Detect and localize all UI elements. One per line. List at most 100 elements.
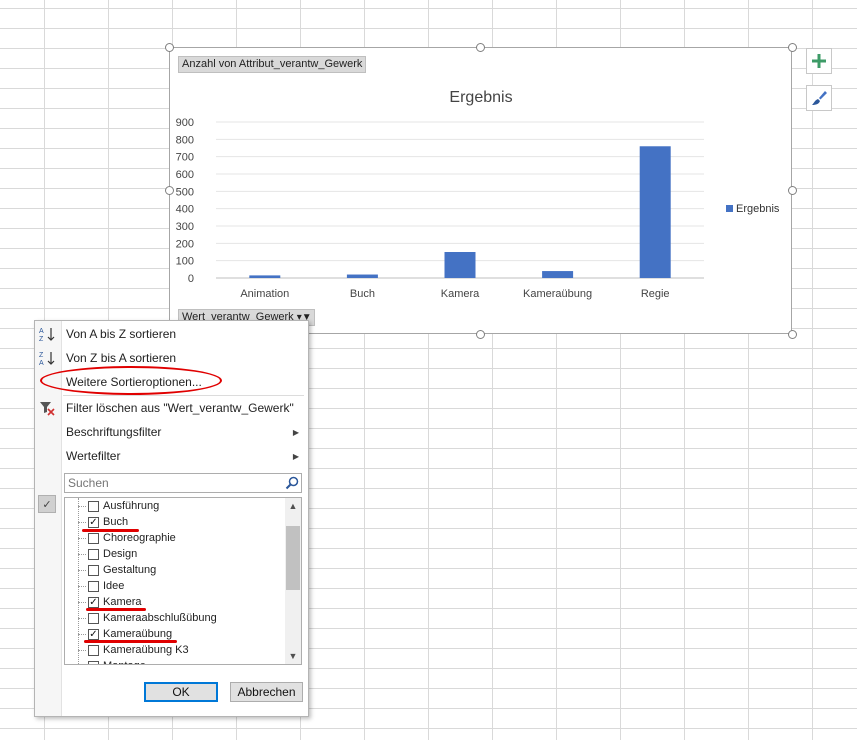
search-icon[interactable] (285, 476, 299, 490)
menu-item-label: Filter löschen aus "Wert_verantw_Gewerk" (66, 401, 294, 415)
chart-plot: Ergebnis 0 100 200 300 400 500 600 700 800 900 An… (176, 89, 780, 300)
resize-handle-bottom[interactable] (476, 330, 485, 339)
filter-list-item[interactable]: Kameraübung K3 (78, 642, 278, 658)
checked-checkbox[interactable]: ✓ (88, 628, 99, 640)
tree-connector (78, 553, 86, 555)
annotation-underline-buch (82, 529, 139, 532)
unchecked-checkbox[interactable] (88, 548, 99, 560)
y-tick-label: 700 (176, 152, 194, 164)
annotation-underline-kamera (86, 608, 146, 611)
filter-list-item-label: Idee (103, 580, 125, 592)
y-tick-label: 0 (188, 273, 194, 285)
filter-list-item-label: Kamera (103, 596, 142, 608)
filter-list-item-label: Design (103, 548, 138, 560)
bar[interactable] (542, 271, 574, 278)
select-all-toggle[interactable]: ✓ (38, 495, 56, 513)
resize-handle-top-right[interactable] (788, 43, 797, 52)
unchecked-checkbox[interactable] (88, 532, 99, 544)
filter-list-item[interactable]: Choreographie (78, 530, 278, 546)
scroll-down-icon[interactable]: ▼ (285, 648, 301, 664)
tree-connector (78, 569, 86, 571)
search-field[interactable] (64, 473, 302, 493)
tree-connector (78, 649, 86, 651)
chart-styles-button[interactable] (806, 85, 832, 111)
resize-handle-top-left[interactable] (165, 43, 174, 52)
bar[interactable] (639, 146, 671, 278)
filter-list-item-label: Buch (103, 516, 129, 528)
tree-connector (78, 617, 86, 619)
tree-connector (78, 601, 86, 603)
annotation-ellipse-more-sort (40, 366, 222, 395)
filter-list-item-label: Kameraübung (103, 628, 173, 640)
legend-label: Ergebnis (736, 203, 780, 215)
filter-list-item[interactable]: Gestaltung (78, 562, 278, 578)
y-tick-label: 200 (176, 238, 194, 250)
menu-item-label: Wertefilter (66, 449, 121, 463)
menu-item-label: Von A bis Z sortieren (66, 327, 177, 341)
unchecked-checkbox[interactable] (88, 564, 99, 576)
tree-connector (78, 585, 86, 587)
paintbrush-icon (812, 91, 827, 105)
legend-swatch (726, 205, 733, 212)
chart-title: Ergebnis (449, 89, 512, 106)
svg-text:Z: Z (39, 336, 44, 342)
y-tick-label: 400 (176, 204, 194, 216)
menu-item-sort-az[interactable]: A Z Von A bis Z sortieren (35, 323, 308, 345)
tree-connector (78, 505, 86, 507)
scroll-up-icon[interactable]: ▲ (285, 498, 301, 514)
unchecked-checkbox[interactable] (88, 612, 99, 624)
unchecked-checkbox[interactable] (88, 500, 99, 512)
y-tick-label: 900 (176, 117, 194, 129)
submenu-arrow-icon: ▶ (292, 427, 299, 437)
list-scrollbar[interactable]: ▲ ▼ (285, 498, 301, 664)
submenu-arrow-icon: ▶ (292, 451, 299, 461)
menu-item-label-filter[interactable]: Beschriftungsfilter ▶ (35, 421, 308, 443)
filter-list-item-label: Choreographie (103, 532, 176, 544)
menu-item-sort-za[interactable]: Z A Von Z bis A sortieren (35, 347, 308, 369)
checked-checkbox[interactable]: ✓ (88, 516, 99, 528)
filter-list-item[interactable]: Idee (78, 578, 278, 594)
resize-handle-top[interactable] (476, 43, 485, 52)
filter-list-item-label: Montage (103, 660, 146, 664)
y-tick-label: 500 (176, 186, 194, 198)
menu-item-label: Von Z bis A sortieren (66, 351, 177, 365)
filter-list-item[interactable]: Design (78, 546, 278, 562)
search-input[interactable] (65, 474, 278, 492)
bar[interactable] (444, 252, 476, 278)
filter-list-item[interactable]: Ausführung (78, 498, 278, 514)
resize-handle-left[interactable] (165, 186, 174, 195)
filter-list-item-label: Ausführung (103, 500, 160, 512)
unchecked-checkbox[interactable] (88, 644, 99, 656)
ok-button[interactable]: OK (144, 682, 218, 702)
resize-handle-right[interactable] (788, 186, 797, 195)
x-tick-label: Kamera (441, 288, 480, 300)
bar[interactable] (346, 274, 378, 278)
y-tick-label: 600 (176, 169, 194, 181)
menu-separator (63, 395, 304, 396)
y-tick-label: 300 (176, 221, 194, 233)
checked-checkbox[interactable]: ✓ (88, 596, 99, 608)
svg-text:A: A (39, 328, 44, 335)
svg-text:A: A (39, 360, 44, 366)
filter-list-item[interactable]: ✓ Buch (78, 514, 278, 530)
y-tick-label: 100 (176, 256, 194, 268)
filter-list-item[interactable]: Montage (78, 658, 278, 664)
sort-az-icon: A Z (39, 328, 55, 342)
menu-item-clear-filter[interactable]: Filter löschen aus "Wert_verantw_Gewerk" (35, 397, 308, 419)
scroll-thumb[interactable] (286, 526, 300, 590)
tree-connector (78, 521, 86, 523)
chart-elements-button[interactable] (806, 48, 832, 74)
svg-text:Z: Z (39, 352, 44, 359)
pivot-chart[interactable]: Anzahl von Attribut_verantw_Gewerk Ergeb… (169, 47, 792, 334)
tree-connector (78, 537, 86, 539)
x-tick-label: Regie (641, 288, 670, 300)
unchecked-checkbox[interactable] (88, 580, 99, 592)
x-tick-label: Buch (350, 288, 375, 300)
menu-item-value-filter[interactable]: Wertefilter ▶ (35, 445, 308, 467)
clear-filter-icon (40, 402, 55, 416)
unchecked-checkbox[interactable] (88, 660, 99, 664)
cancel-button[interactable]: Abbrechen (230, 682, 303, 702)
filter-list-item[interactable]: Kameraabschlußübung (78, 610, 278, 626)
bar[interactable] (249, 275, 281, 278)
resize-handle-bottom-right[interactable] (788, 330, 797, 339)
